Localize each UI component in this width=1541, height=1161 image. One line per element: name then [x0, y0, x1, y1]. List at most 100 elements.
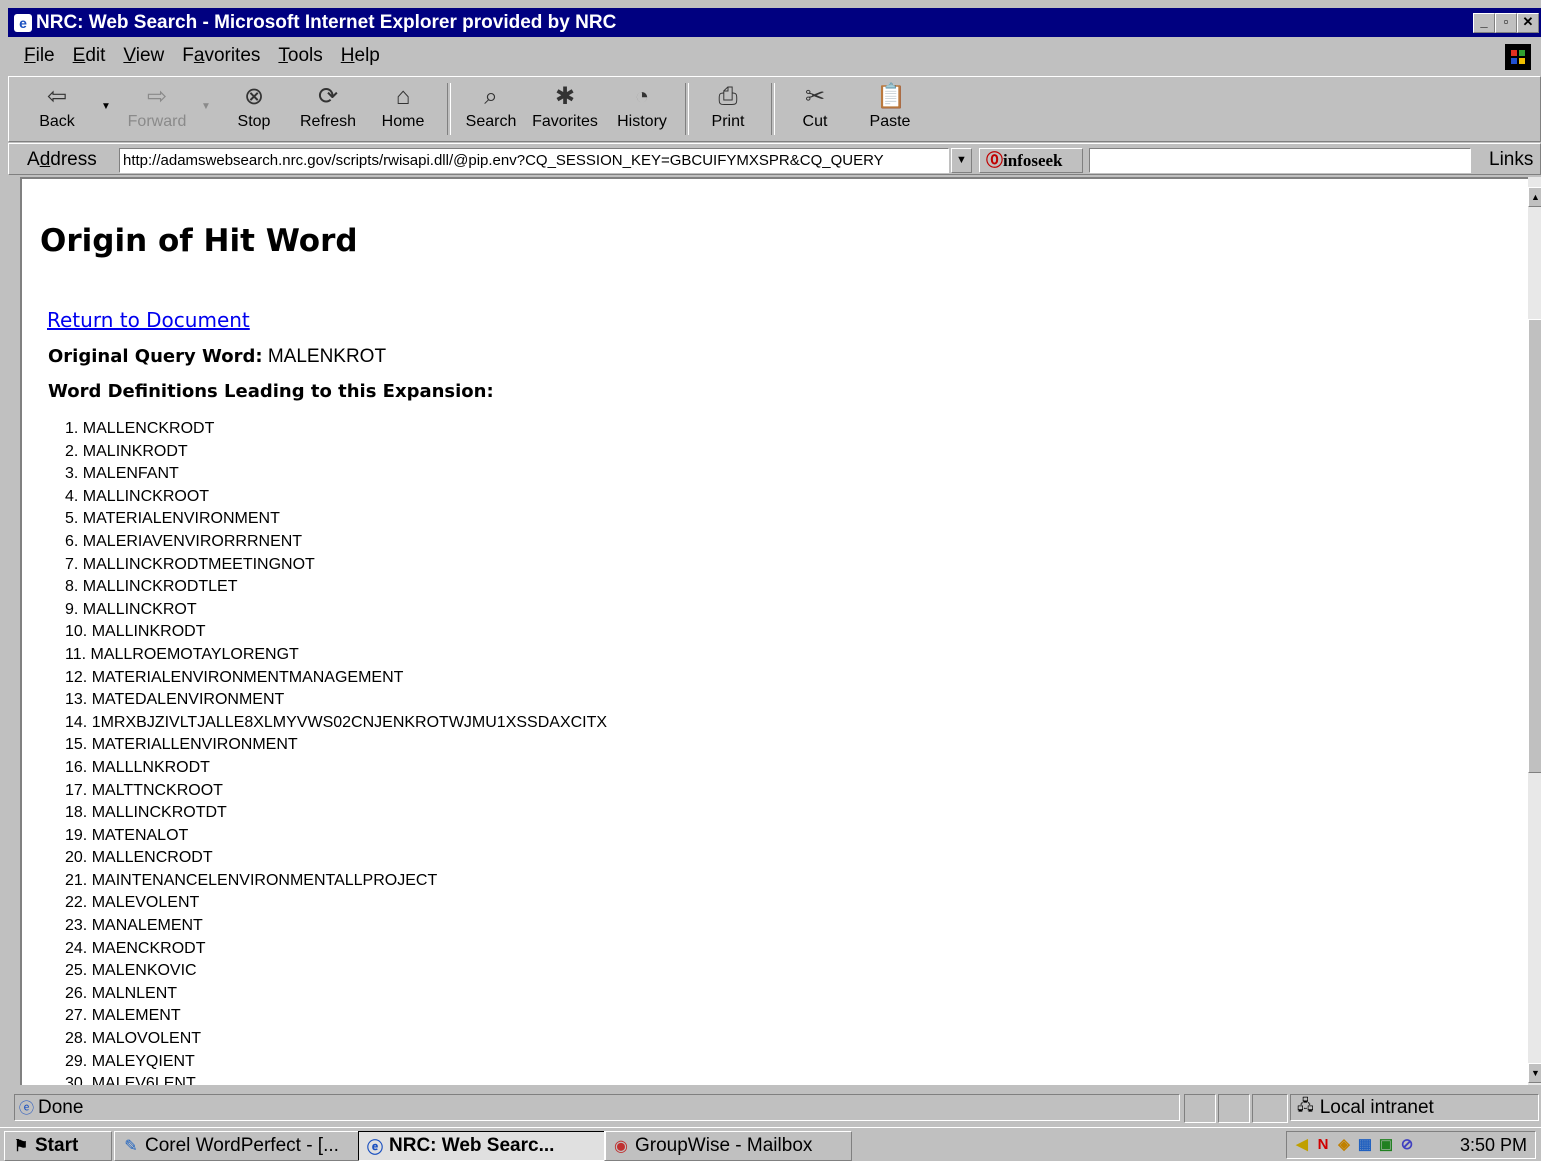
list-item: 5. MATERIALENVIRONMENT: [65, 510, 280, 528]
taskbar-item-wordperfect[interactable]: ✎ Corel WordPerfect - [...: [114, 1131, 362, 1161]
list-item: 2. MALINKRODT: [65, 442, 188, 460]
menu-tools[interactable]: Tools: [278, 45, 322, 67]
start-button[interactable]: ⚑ Start: [4, 1131, 112, 1161]
arrow-down-icon: ▼: [1531, 1068, 1540, 1078]
search-button[interactable]: ⌕ Search: [461, 81, 521, 139]
page-content: Origin of Hit Word Return to Document Or…: [20, 177, 1528, 1085]
list-item: 20. MALLENCRODT: [65, 849, 213, 867]
forward-arrow-icon: ⇨: [146, 83, 168, 110]
list-item: 8. MALLINCKRODTLET: [65, 578, 238, 596]
forward-button[interactable]: ⇨ Forward: [121, 81, 193, 139]
address-input[interactable]: http://adamswebsearch.nrc.gov/scripts/rw…: [119, 148, 949, 173]
list-item: 15. MATERIALLENVIRONMENT: [65, 736, 298, 754]
window-title: NRC: Web Search - Microsoft Internet Exp…: [36, 11, 617, 33]
vertical-scrollbar[interactable]: ▲ ▼: [1528, 177, 1541, 1085]
netscape-icon[interactable]: N: [1314, 1136, 1332, 1154]
list-item: 30. MALEV6LENT: [65, 1075, 196, 1085]
list-item: 14. 1MRXBJZIVLTJALLE8XLMYVWS02CNJENKROTW…: [65, 713, 608, 731]
taskbar-item-nrc-web-search[interactable]: ⓔ NRC: Web Searc...: [358, 1131, 606, 1161]
back-dropdown-icon[interactable]: ▼: [101, 101, 111, 112]
home-icon: ⌂: [395, 83, 411, 110]
list-item: 4. MALLINCKROOT: [65, 487, 210, 505]
list-item: 11. MALLROEMOTAYLORENGT: [65, 645, 299, 663]
list-item: 26. MALNLENT: [65, 984, 178, 1002]
security-zone-pane: 🖧 Local intranet: [1290, 1094, 1539, 1121]
list-item: 25. MALENKOVIC: [65, 962, 197, 980]
tray-network-icon[interactable]: ⊘: [1398, 1136, 1416, 1154]
printer-icon: ⎙: [718, 83, 738, 110]
scissors-icon: ✂: [804, 83, 826, 110]
menu-file[interactable]: File: [24, 45, 55, 67]
taskbar: ⚑ Start ✎ Corel WordPerfect - [... ⓔ NRC: W…: [0, 1127, 1541, 1161]
list-item: 24. MAENCKRODT: [65, 939, 206, 957]
status-pane: [1252, 1094, 1288, 1123]
history-button[interactable]: ◔ History: [611, 81, 673, 139]
list-item: 21. MAINTENANCELENVIRONMENTALLPROJECT: [65, 871, 438, 889]
menu-view[interactable]: View: [123, 45, 164, 67]
clock[interactable]: 3:50 PM: [1460, 1135, 1527, 1156]
forward-dropdown-icon[interactable]: ▼: [201, 101, 211, 112]
cut-button[interactable]: ✂ Cut: [789, 81, 841, 139]
list-item: 3. MALENFANT: [65, 465, 179, 483]
menu-favorites[interactable]: Favorites: [182, 45, 260, 67]
refresh-button[interactable]: ⟳ Refresh: [293, 81, 363, 139]
print-button[interactable]: ⎙ Print: [701, 81, 755, 139]
address-dropdown-button[interactable]: ▼: [951, 148, 972, 173]
chevron-down-icon: ▼: [956, 154, 967, 166]
history-icon: ◔: [634, 83, 650, 110]
zone-text: Local intranet: [1319, 1096, 1434, 1118]
list-item: 12. MATERIALENVIRONMENTMANAGEMENT: [65, 668, 404, 686]
scroll-up-button[interactable]: ▲: [1528, 187, 1541, 207]
list-item: 10. MALLINKRODT: [65, 623, 206, 641]
infoseek-search-input[interactable]: [1089, 148, 1471, 173]
paste-button[interactable]: 📋 Paste: [861, 81, 919, 139]
toolbar-separator: [447, 83, 451, 135]
status-pane: [1218, 1094, 1250, 1123]
tray-scheduler-icon[interactable]: ▦: [1356, 1136, 1374, 1154]
window-titlebar[interactable]: e NRC: Web Search - Microsoft Internet E…: [8, 8, 1541, 37]
search-icon: ⌕: [484, 83, 498, 110]
menu-edit[interactable]: Edit: [73, 45, 106, 67]
list-item: 18. MALLINCKROTDT: [65, 804, 227, 822]
menu-bar: File Edit View Favorites Tools Help: [8, 37, 1541, 75]
intranet-zone-icon: 🖧: [1297, 1097, 1314, 1114]
scroll-down-button[interactable]: ▼: [1528, 1063, 1541, 1083]
menu-help[interactable]: Help: [341, 45, 380, 67]
close-button[interactable]: ✕: [1517, 13, 1539, 33]
tray-app-icon[interactable]: ◈: [1335, 1136, 1353, 1154]
back-arrow-icon: ⇦: [46, 83, 68, 110]
home-button[interactable]: ⌂ Home: [375, 81, 431, 139]
page-done-icon: ⓔ: [19, 1100, 35, 1117]
infoseek-logo-icon: ⓪: [986, 151, 1003, 170]
stop-button[interactable]: ⊗ Stop: [227, 81, 281, 139]
list-item: 19. MATENALOT: [65, 826, 189, 844]
stop-icon: ⊗: [243, 83, 265, 110]
infoseek-button[interactable]: ⓪infoseek: [979, 148, 1083, 173]
tray-monitor-icon[interactable]: ▣: [1377, 1136, 1395, 1154]
taskbar-item-groupwise[interactable]: ◉ GroupWise - Mailbox: [604, 1131, 852, 1161]
status-text: Done: [38, 1096, 84, 1118]
ie-logo-icon: ⓔ: [366, 1140, 383, 1157]
address-label: Address: [27, 149, 97, 170]
list-item: 1. MALLENCKRODT: [65, 420, 215, 437]
return-to-document-link[interactable]: Return to Document: [47, 308, 250, 332]
query-value: MALENKROT: [267, 346, 387, 367]
back-button[interactable]: ⇦ Back: [29, 81, 85, 139]
list-item: 13. MATEDALENVIRONMENT: [65, 691, 285, 709]
list-item: 28. MALOVOLENT: [65, 1030, 202, 1048]
favorites-button[interactable]: ✱ Favorites: [529, 81, 601, 139]
standard-toolbar: ⇦ Back ▼ ⇨ Forward ▼ ⊗ Stop ⟳ Refresh ⌂ Home …: [8, 76, 1541, 142]
ie-logo-icon: e: [14, 13, 32, 32]
list-item: 9. MALLINCKROT: [65, 600, 197, 618]
list-item: 23. MANALEMENT: [65, 917, 203, 935]
definitions-heading: Word Definitions Leading to this Expansi…: [48, 381, 494, 402]
scrollbar-thumb[interactable]: [1528, 319, 1541, 773]
list-item: 16. MALLLNKRODT: [65, 758, 210, 776]
minimize-button[interactable]: _: [1473, 13, 1495, 33]
status-pane: [1184, 1094, 1216, 1123]
list-item: 17. MALTTNCKROOT: [65, 781, 223, 799]
definitions-list: 1. MALLENCKRODT 2. MALINKRODT 3. MALENFA…: [65, 418, 607, 1085]
refresh-icon: ⟳: [317, 83, 339, 110]
restore-button[interactable]: ▫: [1495, 13, 1517, 33]
speaker-icon[interactable]: ◀: [1293, 1136, 1311, 1154]
